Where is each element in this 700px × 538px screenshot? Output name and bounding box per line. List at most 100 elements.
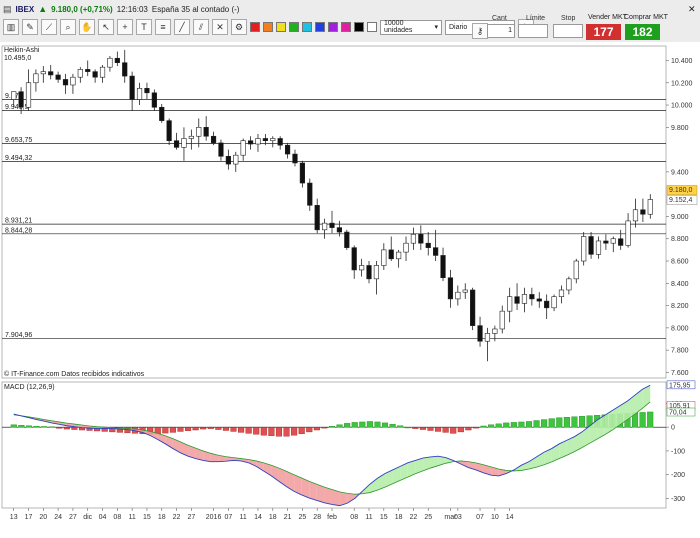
macd-histogram-bar bbox=[33, 426, 40, 428]
color-swatch-red[interactable] bbox=[250, 22, 260, 32]
ruler-icon[interactable]: ⟋ bbox=[41, 19, 57, 35]
candle-body bbox=[25, 82, 32, 108]
chart-area[interactable]: 10.400 10.200 10.000 9.800 9.400 9.000 8.800 8.… bbox=[0, 42, 700, 538]
trendline-icon[interactable]: ╱ bbox=[174, 19, 190, 35]
candle-body bbox=[388, 249, 394, 260]
color-swatch-magenta[interactable] bbox=[341, 22, 351, 32]
candle-body bbox=[366, 265, 372, 280]
candle-body bbox=[85, 69, 91, 72]
x-tick-label: 13 bbox=[10, 514, 18, 521]
macd-histogram-bar bbox=[541, 419, 548, 428]
candle-body bbox=[114, 57, 120, 64]
macd-histogram-bar bbox=[488, 424, 495, 428]
macd-histogram-bar bbox=[162, 426, 169, 434]
x-tick-label: 28 bbox=[313, 514, 321, 521]
macd-histogram-bar bbox=[275, 426, 283, 437]
y-tick-label: 8.800 bbox=[671, 236, 689, 243]
fibonacci-icon[interactable]: ≡ bbox=[155, 19, 171, 35]
candle-body bbox=[151, 92, 157, 108]
chart-icon[interactable]: ▤ bbox=[3, 4, 12, 15]
macd-histogram-bar bbox=[397, 425, 404, 428]
color-swatch-yellow[interactable] bbox=[276, 22, 286, 32]
candle-body bbox=[33, 73, 39, 84]
candle-body bbox=[336, 227, 342, 233]
sell-button[interactable]: 177 bbox=[586, 24, 621, 40]
macd-histogram-bar bbox=[647, 411, 654, 428]
candle-body bbox=[247, 140, 254, 145]
delete-icon[interactable]: ✕ bbox=[212, 19, 228, 35]
y-tick-label: 7.800 bbox=[671, 348, 689, 355]
macd-y-tick-label: -100 bbox=[671, 448, 685, 455]
tool-row: ▥ ✎ ⟋ ⌕ ✋ ↖ + T ≡ ╱ ⫽ ✕ ⚙ 10000 unidades… bbox=[3, 18, 534, 36]
level-label: 8.844,28 bbox=[5, 227, 32, 234]
candle-body bbox=[188, 135, 194, 139]
macd-histogram-bar bbox=[578, 416, 586, 428]
x-tick-label: 14 bbox=[254, 514, 262, 521]
candle-body bbox=[433, 247, 439, 256]
macd-histogram-bar bbox=[472, 426, 479, 429]
macd-histogram-bar bbox=[571, 416, 578, 428]
color-swatch-purple[interactable] bbox=[328, 22, 338, 32]
chart-type-icon[interactable]: ▥ bbox=[3, 19, 19, 35]
macd-histogram-bar bbox=[450, 426, 457, 434]
candle-body bbox=[492, 328, 498, 334]
x-tick-label: 14 bbox=[506, 514, 514, 521]
candle-body bbox=[18, 91, 24, 108]
close-icon[interactable]: ✕ bbox=[688, 4, 696, 15]
settings-icon[interactable]: ⚙ bbox=[231, 19, 247, 35]
macd-histogram-bar bbox=[366, 421, 373, 428]
candle-body bbox=[640, 209, 646, 215]
color-swatch-orange[interactable] bbox=[263, 22, 273, 32]
candle-body bbox=[381, 249, 387, 266]
candle-body bbox=[77, 69, 83, 78]
candle-body bbox=[544, 300, 550, 309]
hand-icon[interactable]: ✋ bbox=[79, 19, 95, 35]
color-swatch-green[interactable] bbox=[289, 22, 299, 32]
macd-title: MACD (12,26,9) bbox=[4, 384, 55, 391]
buy-button[interactable]: 182 bbox=[625, 24, 660, 40]
macd-histogram-bar bbox=[71, 426, 78, 430]
channel-icon[interactable]: ⫽ bbox=[193, 19, 209, 35]
quote-header: ▤ IBEX ▲ 9.180,0 (+0,71%) 12:16:03 Españ… bbox=[3, 3, 239, 15]
crosshair-icon[interactable]: + bbox=[117, 19, 133, 35]
macd-histogram-bar bbox=[298, 426, 305, 435]
candle-body bbox=[647, 199, 653, 215]
x-tick-label: 10 bbox=[491, 514, 499, 521]
y-tick-label: 8.400 bbox=[671, 281, 689, 288]
y-tick-label: 9.800 bbox=[671, 125, 689, 132]
level-label: 9.653,75 bbox=[5, 137, 32, 144]
macd-y-tick-label: -200 bbox=[671, 472, 685, 479]
candle-body bbox=[344, 231, 350, 248]
macd-histogram-bar bbox=[313, 426, 320, 431]
candle-body bbox=[299, 162, 305, 184]
candle-body bbox=[92, 71, 98, 78]
candle-body bbox=[262, 138, 268, 141]
candle-body bbox=[507, 296, 513, 312]
last-close-label: 9.152,4 bbox=[669, 197, 692, 204]
stop-input[interactable] bbox=[553, 24, 583, 38]
color-swatch-blue[interactable] bbox=[315, 22, 325, 32]
x-tick-label: 11 bbox=[128, 514, 135, 521]
macd-y-tick-label: 0 bbox=[671, 425, 675, 432]
color-swatch-cyan[interactable] bbox=[302, 22, 312, 32]
x-tick-label: feb bbox=[327, 514, 337, 521]
color-swatch-black[interactable] bbox=[354, 22, 364, 32]
current-price-label: 9.180,0 bbox=[669, 187, 692, 194]
x-tick-label: 20 bbox=[39, 514, 47, 521]
pencil-icon[interactable]: ✎ bbox=[22, 19, 38, 35]
key-icon[interactable]: ⚷ bbox=[472, 23, 488, 39]
macd-histogram-bar bbox=[495, 423, 502, 428]
color-swatch-white[interactable] bbox=[367, 22, 377, 32]
units-select[interactable]: 10000 unidades ▾ bbox=[380, 19, 442, 35]
candle-body bbox=[625, 220, 631, 246]
cant-input[interactable]: 1 bbox=[487, 24, 515, 38]
text-icon[interactable]: T bbox=[136, 19, 152, 35]
y-tick-label: 10.000 bbox=[671, 103, 693, 110]
candle-body bbox=[603, 240, 609, 244]
candle-body bbox=[48, 71, 54, 76]
limite-input[interactable] bbox=[518, 24, 548, 38]
zoom-icon[interactable]: ⌕ bbox=[60, 19, 76, 35]
cursor-icon[interactable]: ↖ bbox=[98, 19, 114, 35]
y-tick-label: 8.600 bbox=[671, 259, 689, 266]
y-tick-label: 10.200 bbox=[671, 80, 693, 87]
